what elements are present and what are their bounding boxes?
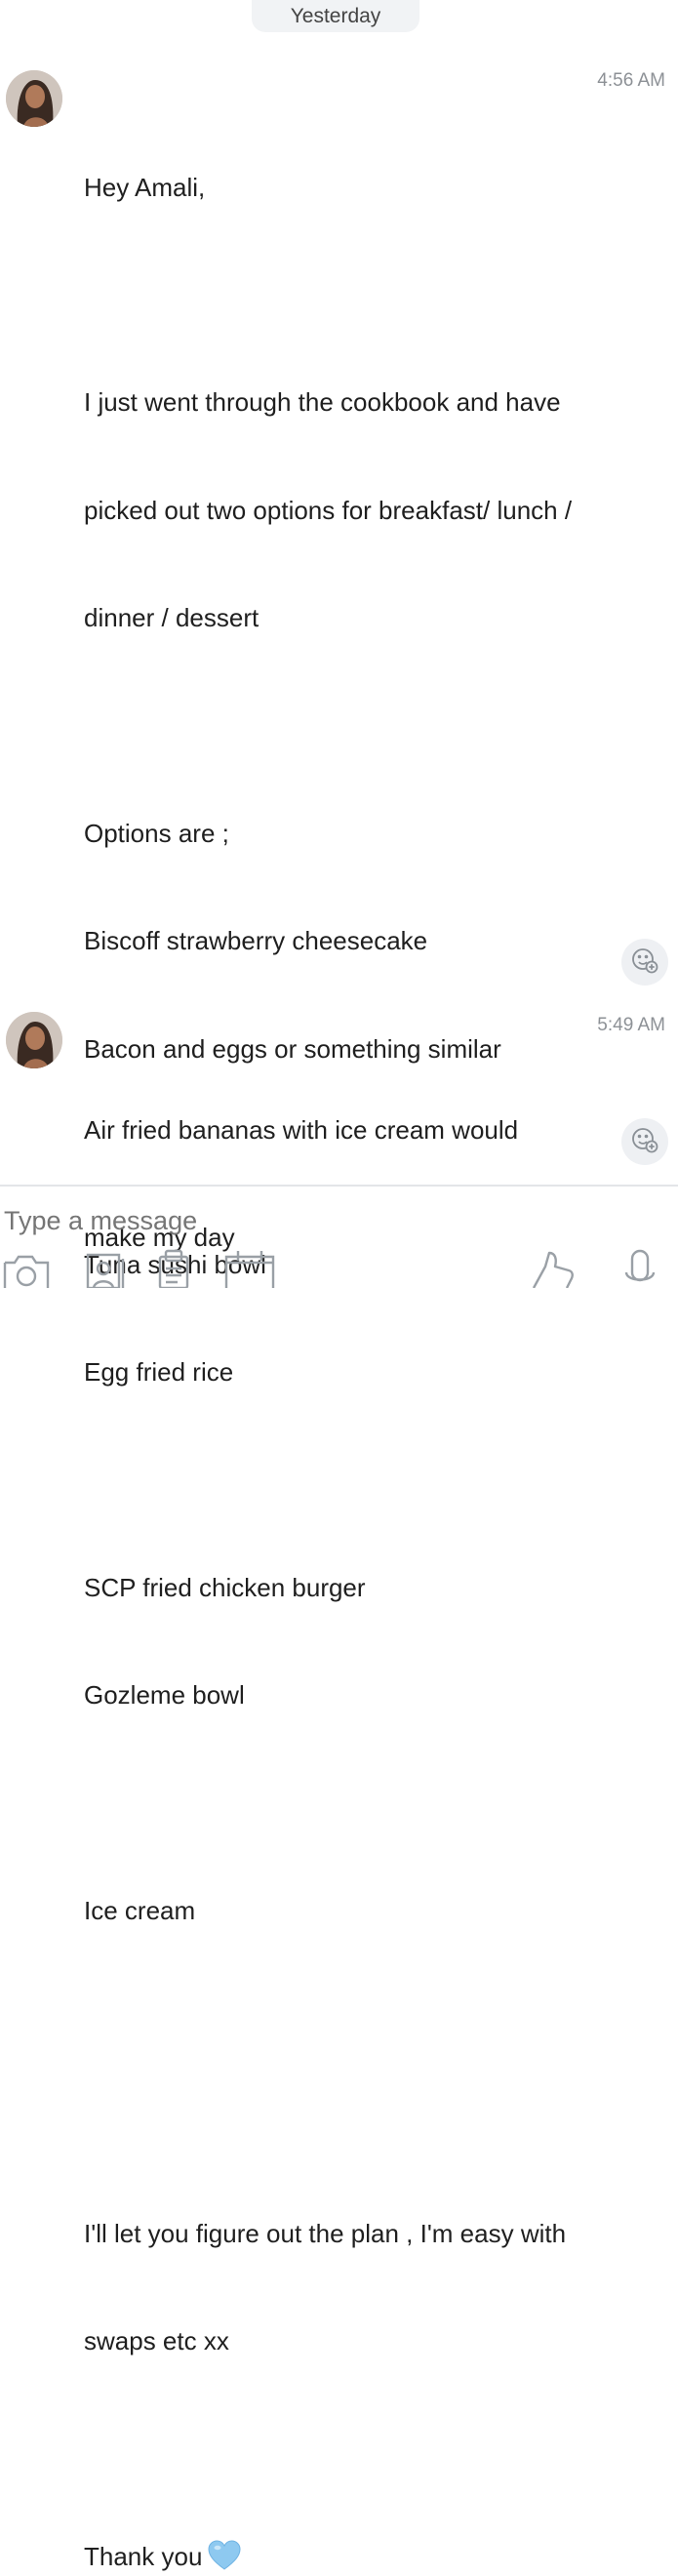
message-line: Hey Amali,	[84, 172, 206, 202]
message-line: Egg fried rice	[84, 1356, 234, 1387]
message-line: SCP fried chicken burger	[84, 1572, 366, 1602]
message-input[interactable]	[4, 1206, 589, 1236]
emoji-reaction-icon	[630, 946, 659, 980]
message-line: Ice cream	[84, 1895, 196, 1925]
message-line-thanks: Thank you	[84, 2539, 664, 2576]
date-divider: Yesterday	[252, 0, 419, 32]
message-line	[84, 2432, 664, 2468]
document-icon[interactable]	[154, 1249, 193, 1293]
add-reaction-button[interactable]	[621, 1118, 668, 1165]
message-line	[84, 2109, 664, 2145]
thank-you-text: Thank you	[84, 2542, 203, 2572]
add-reaction-button[interactable]	[621, 939, 668, 986]
message-line	[84, 708, 664, 745]
composer-divider	[0, 1185, 678, 1187]
message-text: Hey Amali, I just went through the cookb…	[84, 98, 664, 2576]
camera-icon[interactable]	[2, 1249, 51, 1293]
message-line: Options are ;	[84, 818, 229, 848]
message-line	[84, 277, 664, 313]
message-line: I just went through the cookbook and hav…	[84, 387, 561, 418]
thumbs-up-icon[interactable]	[530, 1249, 575, 1293]
message-line: Gozleme bowl	[84, 1680, 245, 1711]
microphone-icon[interactable]	[622, 1249, 658, 1293]
message-line: Biscoff strawberry cheesecake	[84, 926, 428, 956]
message-timestamp: 5:49 AM	[597, 1015, 665, 1035]
message-line: picked out two options for breakfast/ lu…	[84, 495, 573, 525]
message-line	[84, 1785, 664, 1821]
emoji-reaction-icon	[630, 1125, 659, 1159]
message-line: swaps etc xx	[84, 2326, 229, 2356]
message-timestamp: 4:56 AM	[597, 70, 665, 91]
sender-avatar[interactable]	[6, 1012, 62, 1068]
message-line: I'll let you figure out the plan , I'm e…	[84, 2219, 567, 2249]
light-blue-heart-icon	[208, 2540, 241, 2576]
message-line: Air fried bananas with ice cream would	[84, 1114, 519, 1145]
contact-icon[interactable]	[86, 1249, 129, 1293]
sender-avatar[interactable]	[6, 70, 62, 127]
message-line	[84, 2000, 664, 2036]
message-line	[84, 1462, 664, 1498]
calendar-icon[interactable]	[224, 1249, 275, 1293]
message-line: dinner / dessert	[84, 603, 259, 633]
